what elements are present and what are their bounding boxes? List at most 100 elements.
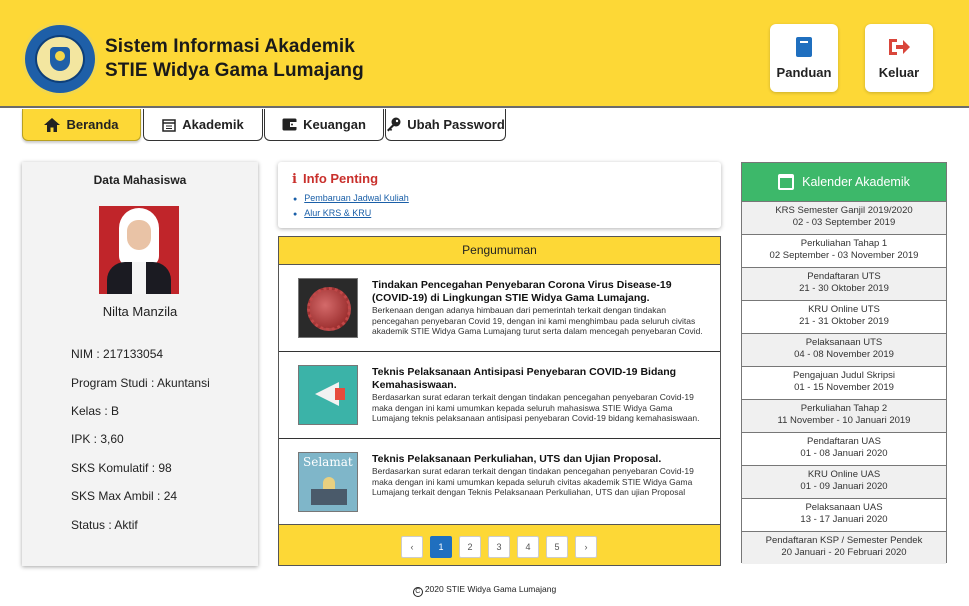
tab-keuangan[interactable]: Keuangan [264, 109, 384, 141]
pagination-page-1[interactable]: 1 [430, 536, 452, 558]
kalender-event: Perkuliahan Tahap 2 11 November - 10 Janu… [742, 399, 946, 432]
kalender-event-date: 01 - 09 Januari 2020 [800, 481, 888, 492]
kalender-event-name: Pendaftaran KSP / Semester Pendek [765, 535, 923, 546]
info-link-alur-krs[interactable]: Alur KRS & KRU [293, 208, 371, 218]
student-sks-komulatif: SKS Komulatif : 98 [71, 461, 172, 475]
news-title[interactable]: Teknis Pelaksanaan Antisipasi Penyebaran… [372, 366, 702, 392]
kalender-header: Kalender Akademik [742, 163, 946, 201]
news-desc: Berdasarkan surat edaran terkait dengan … [372, 392, 700, 423]
panduan-button[interactable]: Panduan [770, 24, 838, 92]
kalender-event: Pendaftaran UAS 01 - 08 Januari 2020 [742, 432, 946, 465]
kalender-event-name: Perkuliahan Tahap 2 [800, 403, 888, 414]
student-status: Status : Aktif [71, 518, 138, 532]
wallet-icon [282, 118, 298, 131]
student-name: Nilta Manzila [102, 304, 178, 319]
pengumuman-list: Tindakan Pencegahan Penyebaran Corona Vi… [279, 264, 720, 525]
news-title[interactable]: Teknis Pelaksanaan Perkuliahan, UTS dan … [372, 453, 702, 466]
tab-ubah-password[interactable]: Ubah Password [385, 109, 506, 141]
tab-ubah-password-label: Ubah Password [407, 117, 505, 132]
kalender-event-name: Pengajuan Judul Skripsi [793, 370, 895, 381]
logo-emblem [35, 35, 85, 83]
kalender-event: Pengajuan Judul Skripsi 01 - 15 November … [742, 366, 946, 399]
news-thumbnail [298, 365, 358, 425]
kalender-event-date: 13 - 17 Januari 2020 [800, 514, 888, 525]
kalender-event-date: 04 - 08 November 2019 [794, 349, 894, 360]
tab-beranda-label: Beranda [66, 117, 119, 132]
news-item[interactable]: Teknis Pelaksanaan Antisipasi Penyebaran… [279, 352, 720, 439]
kalender-event-date: 01 - 08 Januari 2020 [800, 448, 888, 459]
tab-keuangan-label: Keuangan [303, 117, 366, 132]
header-bar: Sistem Informasi Akademik STIE Widya Gam… [0, 0, 969, 108]
calendar-icon [162, 118, 177, 132]
kalender-event-date: 21 - 31 Oktober 2019 [799, 316, 889, 327]
footer-text: 2020 STIE Widya Gama Lumajang [424, 584, 557, 594]
copyright-icon: C [412, 587, 423, 597]
student-card-title: Data Mahasiswa [93, 173, 187, 187]
book-icon [796, 36, 812, 57]
news-title[interactable]: Tindakan Pencegahan Penyebaran Corona Vi… [372, 279, 702, 305]
pagination-page-4[interactable]: 4 [517, 536, 539, 558]
kalender-event-name: KRU Online UTS [808, 304, 880, 315]
pengumuman-panel: Pengumuman Tindakan Pencegahan Penyebara… [278, 236, 721, 566]
pagination-prev-button[interactable]: ‹ [401, 536, 423, 558]
calendar-icon [778, 174, 795, 190]
student-nim: NIM : 217133054 [71, 347, 164, 361]
kalender-event: KRU Online UTS 21 - 31 Oktober 2019 [742, 300, 946, 333]
info-penting-box: iInfo Penting Pembaruan Jadwal Kuliah Al… [278, 162, 721, 228]
kalender-event: Pendaftaran UTS 21 - 30 Oktober 2019 [742, 267, 946, 300]
kalender-event: Pelaksanaan UAS 13 - 17 Januari 2020 [742, 498, 946, 531]
kalender-event-name: Pendaftaran UAS [807, 436, 881, 447]
app-subtitle: STIE Widya Gama Lumajang [105, 60, 364, 81]
student-kelas: Kelas : B [71, 404, 120, 418]
footer: C 2020 STIE Widya Gama Lumajang [0, 584, 969, 597]
info-link-jadwal[interactable]: Pembaruan Jadwal Kuliah [293, 193, 409, 203]
panduan-label: Panduan [776, 64, 832, 80]
news-item[interactable]: Selamat Teknis Pelaksanaan Perkuliahan, … [279, 439, 720, 526]
kalender-event-date: 11 November - 10 Januari 2019 [777, 415, 911, 426]
kalender-event-name: KRU Online UAS [807, 469, 881, 480]
tab-beranda[interactable]: Beranda [22, 109, 141, 141]
kalender-event: Perkuliahan Tahap 1 02 September - 03 Nov… [742, 234, 946, 267]
kalender-akademik: Kalender Akademik KRS Semester Ganjil 20… [741, 162, 947, 564]
student-ipk: IPK : 3,60 [71, 432, 124, 446]
kalender-event: KRS Semester Ganjil 2019/2020 02 - 03 Sep… [742, 201, 946, 234]
keluar-label: Keluar [878, 64, 920, 80]
news-thumbnail: Selamat [298, 452, 358, 512]
student-photo [99, 206, 179, 294]
pagination-page-3[interactable]: 3 [488, 536, 510, 558]
key-icon [387, 117, 401, 132]
pagination-page-2[interactable]: 2 [459, 536, 481, 558]
university-logo [22, 22, 98, 96]
tab-akademik[interactable]: Akademik [143, 109, 263, 141]
kalender-title: Kalender Akademik [802, 175, 910, 189]
kalender-event-date: 01 - 15 November 2019 [794, 382, 894, 393]
news-thumbnail [298, 278, 358, 338]
student-card: Data Mahasiswa Nilta Manzila NIM : 21713… [22, 162, 258, 566]
home-icon [44, 117, 61, 132]
kalender-event-name: Pendaftaran UTS [807, 271, 881, 282]
kalender-event-date: 20 Januari - 20 Februari 2020 [781, 547, 907, 558]
kalender-event-date: 02 - 03 September 2019 [792, 217, 896, 228]
kalender-event: Pelaksanaan UTS 04 - 08 November 2019 [742, 333, 946, 366]
sign-out-icon [889, 38, 910, 55]
pengumuman-title: Pengumuman [462, 243, 537, 257]
kalender-event-name: Perkuliahan Tahap 1 [800, 238, 888, 249]
pagination-page-5[interactable]: 5 [546, 536, 568, 558]
kalender-event-name: KRS Semester Ganjil 2019/2020 [775, 205, 913, 216]
student-program: Program Studi : Akuntansi [71, 376, 210, 390]
info-icon: i [292, 172, 297, 187]
keluar-button[interactable]: Keluar [865, 24, 933, 92]
news-desc: Berkenaan dengan adanya himbauan dari pe… [372, 305, 703, 336]
info-penting-title: i Info Penting [292, 171, 379, 187]
student-sks-max: SKS Max Ambil : 24 [71, 489, 178, 503]
kalender-event-name: Pelaksanaan UAS [805, 502, 883, 513]
news-desc: Berdasarkan surat edaran terkait dengan … [372, 466, 694, 497]
news-item[interactable]: Tindakan Pencegahan Penyebaran Corona Vi… [279, 265, 720, 352]
kalender-event-name: Pelaksanaan UTS [805, 337, 883, 348]
kalender-event: KRU Online UAS 01 - 09 Januari 2020 [742, 465, 946, 498]
kalender-event-date: 21 - 30 Oktober 2019 [799, 283, 889, 294]
kalender-event: Pendaftaran KSP / Semester Pendek 20 Janu… [742, 531, 946, 564]
tab-akademik-label: Akademik [182, 117, 244, 132]
pagination-next-button[interactable]: › [575, 536, 597, 558]
kalender-event-date: 02 September - 03 November 2019 [769, 250, 919, 261]
